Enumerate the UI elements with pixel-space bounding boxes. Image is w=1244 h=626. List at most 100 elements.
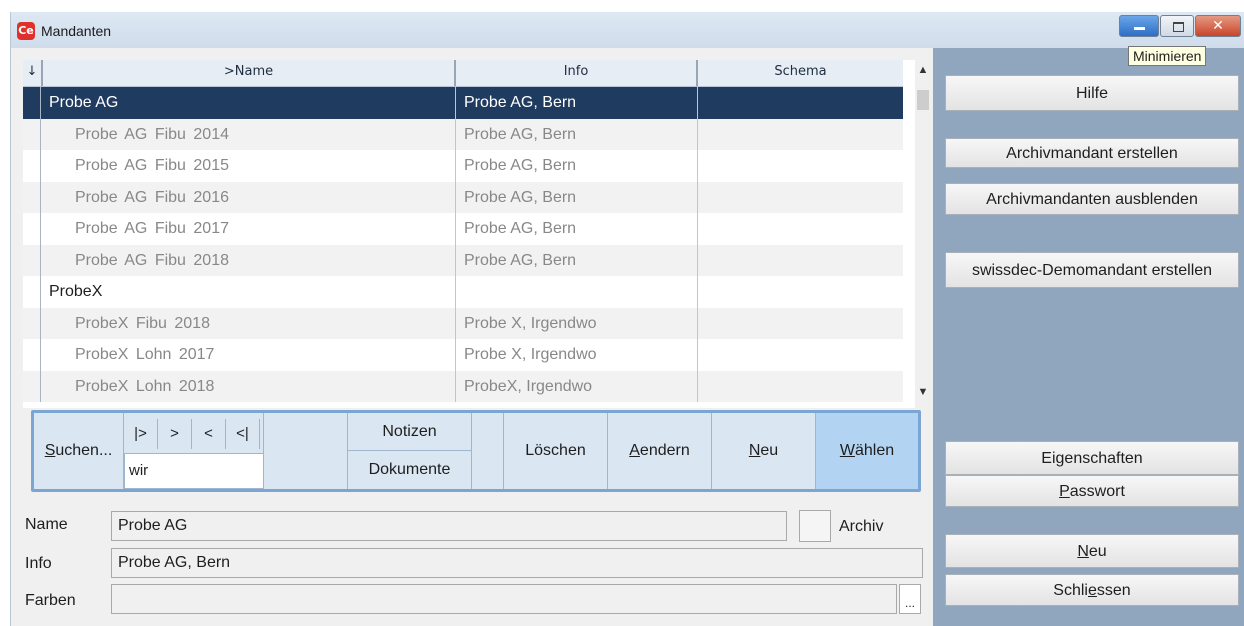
choose-button[interactable]: Wählen bbox=[816, 413, 918, 489]
edit-button[interactable]: Aendern bbox=[608, 413, 712, 489]
cell-name: ProbeX Lohn 2018 bbox=[41, 370, 456, 402]
close-button[interactable]: Schliessen bbox=[945, 574, 1239, 606]
row-marker bbox=[23, 181, 41, 213]
cell-schema bbox=[698, 276, 903, 308]
vertical-scrollbar[interactable]: ▲ ▼ bbox=[915, 60, 931, 408]
archiv-label: Archiv bbox=[839, 518, 884, 535]
column-header-info[interactable]: Info bbox=[456, 60, 698, 86]
nav-buttons: |> > < <| bbox=[124, 419, 264, 449]
nav-next-button[interactable]: > bbox=[158, 419, 192, 449]
cell-info: Probe AG, Bern bbox=[456, 213, 698, 245]
cell-name: Probe AG bbox=[41, 87, 456, 119]
password-label: asswort bbox=[1069, 483, 1125, 500]
action-toolbar: Suchen... |> > < <| wir Notizen Dokument… bbox=[31, 410, 921, 492]
cell-schema bbox=[698, 371, 903, 403]
help-button[interactable]: Hilfe bbox=[945, 75, 1239, 111]
info-label: Info bbox=[25, 555, 52, 572]
toolbar-spacer bbox=[264, 413, 348, 489]
choose-accel: W bbox=[839, 442, 855, 459]
properties-label-a: Ei bbox=[1041, 450, 1056, 467]
cell-info: Probe AG, Bern bbox=[456, 181, 698, 213]
nav-first-button[interactable]: |> bbox=[124, 419, 158, 449]
notes-button[interactable]: Notizen bbox=[348, 413, 471, 451]
table-row[interactable]: Probe AG Fibu 2018 Probe AG, Bern bbox=[23, 244, 903, 276]
side-new-button[interactable]: Neu bbox=[945, 534, 1239, 568]
table-row[interactable]: ProbeX Lohn 2017 Probe X, Irgendwo bbox=[23, 339, 903, 371]
delete-button[interactable]: Löschen bbox=[504, 413, 608, 489]
table-row[interactable]: ProbeX Fibu 2018 Probe X, Irgendwo bbox=[23, 307, 903, 339]
table-row[interactable]: ProbeX bbox=[23, 276, 903, 308]
row-marker bbox=[23, 276, 41, 308]
new-button[interactable]: Neu bbox=[712, 413, 816, 489]
cell-info: ProbeX, Irgendwo bbox=[456, 370, 698, 402]
scroll-up-icon[interactable]: ▲ bbox=[915, 64, 931, 76]
info-field[interactable]: Probe AG, Bern bbox=[111, 548, 923, 578]
cell-info: Probe AG, Bern bbox=[456, 244, 698, 276]
row-marker bbox=[23, 339, 41, 371]
table-row[interactable]: Probe AG Fibu 2016 Probe AG, Bern bbox=[23, 181, 903, 214]
column-header-schema[interactable]: Schema bbox=[698, 60, 903, 86]
edit-label: endern bbox=[639, 442, 690, 459]
swissdec-demo-button[interactable]: swissdec-Demomandant erstellen bbox=[945, 252, 1239, 288]
row-marker bbox=[23, 87, 41, 119]
table-row[interactable]: ProbeX Lohn 2018 ProbeX, Irgendwo bbox=[23, 370, 903, 403]
row-marker bbox=[23, 370, 41, 402]
close-label-a: Schli bbox=[1053, 582, 1088, 599]
password-accel: P bbox=[1059, 483, 1070, 500]
mandanten-window: Ce Mandanten ↓ >Name Info Schema Probe A… bbox=[10, 12, 1244, 626]
cell-info: Probe AG, Bern bbox=[456, 118, 698, 150]
create-archive-button[interactable]: Archivmandant erstellen bbox=[945, 138, 1239, 168]
app-logo-icon: Ce bbox=[17, 22, 35, 40]
title-bar[interactable]: Ce Mandanten bbox=[11, 12, 1244, 48]
documents-button[interactable]: Dokumente bbox=[348, 451, 471, 489]
close-accel: e bbox=[1087, 582, 1097, 599]
name-field[interactable]: Probe AG bbox=[111, 511, 787, 541]
close-label-b: ssen bbox=[1096, 582, 1131, 599]
scroll-down-icon[interactable]: ▼ bbox=[915, 386, 931, 398]
properties-button[interactable]: Eigenschaften bbox=[945, 441, 1239, 475]
password-button[interactable]: Passwort bbox=[945, 475, 1239, 507]
row-marker bbox=[23, 118, 41, 150]
row-marker bbox=[23, 213, 41, 245]
table-row[interactable]: Probe AG Fibu 2015 Probe AG, Bern bbox=[23, 150, 903, 182]
side-new-label: eu bbox=[1088, 543, 1107, 560]
hide-archives-button[interactable]: Archivmandanten ausblenden bbox=[945, 183, 1239, 215]
cell-name: ProbeX Fibu 2018 bbox=[41, 307, 456, 339]
cell-info: Probe AG, Bern bbox=[456, 87, 698, 119]
cell-info bbox=[456, 276, 698, 308]
cell-info: Probe X, Irgendwo bbox=[456, 339, 698, 371]
cell-schema bbox=[698, 119, 903, 151]
cell-name: Probe AG Fibu 2015 bbox=[41, 150, 456, 182]
search-accel: S bbox=[44, 442, 56, 459]
side-panel: Hilfe Archivmandant erstellen Archivmand… bbox=[933, 48, 1244, 626]
table-row[interactable]: Probe AG Fibu 2017 Probe AG, Bern bbox=[23, 213, 903, 245]
scroll-thumb[interactable] bbox=[917, 90, 929, 110]
grid-header: ↓ >Name Info Schema bbox=[23, 60, 903, 87]
cell-schema bbox=[698, 182, 903, 214]
table-row[interactable]: Probe AG Probe AG, Bern bbox=[23, 87, 903, 119]
maximize-button[interactable] bbox=[1160, 15, 1194, 37]
close-window-button[interactable] bbox=[1195, 15, 1241, 37]
window-title: Mandanten bbox=[41, 23, 112, 39]
minimize-button[interactable] bbox=[1119, 15, 1159, 37]
cell-name: Probe AG Fibu 2017 bbox=[41, 213, 456, 245]
nav-prev-button[interactable]: < bbox=[192, 419, 226, 449]
side-new-accel: N bbox=[1077, 543, 1089, 560]
search-button[interactable]: Suchen... bbox=[34, 413, 124, 489]
navigation-group: |> > < <| wir bbox=[124, 413, 264, 489]
name-label: Name bbox=[25, 516, 68, 533]
colors-field[interactable] bbox=[111, 584, 897, 614]
mandanten-grid[interactable]: ↓ >Name Info Schema Probe AG Probe AG, Be… bbox=[23, 60, 931, 408]
nav-last-button[interactable]: <| bbox=[226, 419, 260, 449]
column-header-name[interactable]: >Name bbox=[43, 60, 456, 86]
colors-label: Farben bbox=[25, 592, 76, 609]
row-marker bbox=[23, 244, 41, 276]
choose-label: ählen bbox=[854, 442, 895, 459]
table-row[interactable]: Probe AG Fibu 2014 Probe AG, Bern bbox=[23, 118, 903, 151]
sort-indicator[interactable]: ↓ bbox=[23, 60, 43, 86]
new-label: eu bbox=[760, 442, 779, 459]
archiv-checkbox[interactable] bbox=[799, 510, 831, 542]
search-label: uchen... bbox=[55, 442, 113, 459]
colors-browse-button[interactable]: ... bbox=[899, 584, 921, 614]
search-input[interactable]: wir bbox=[124, 453, 264, 489]
